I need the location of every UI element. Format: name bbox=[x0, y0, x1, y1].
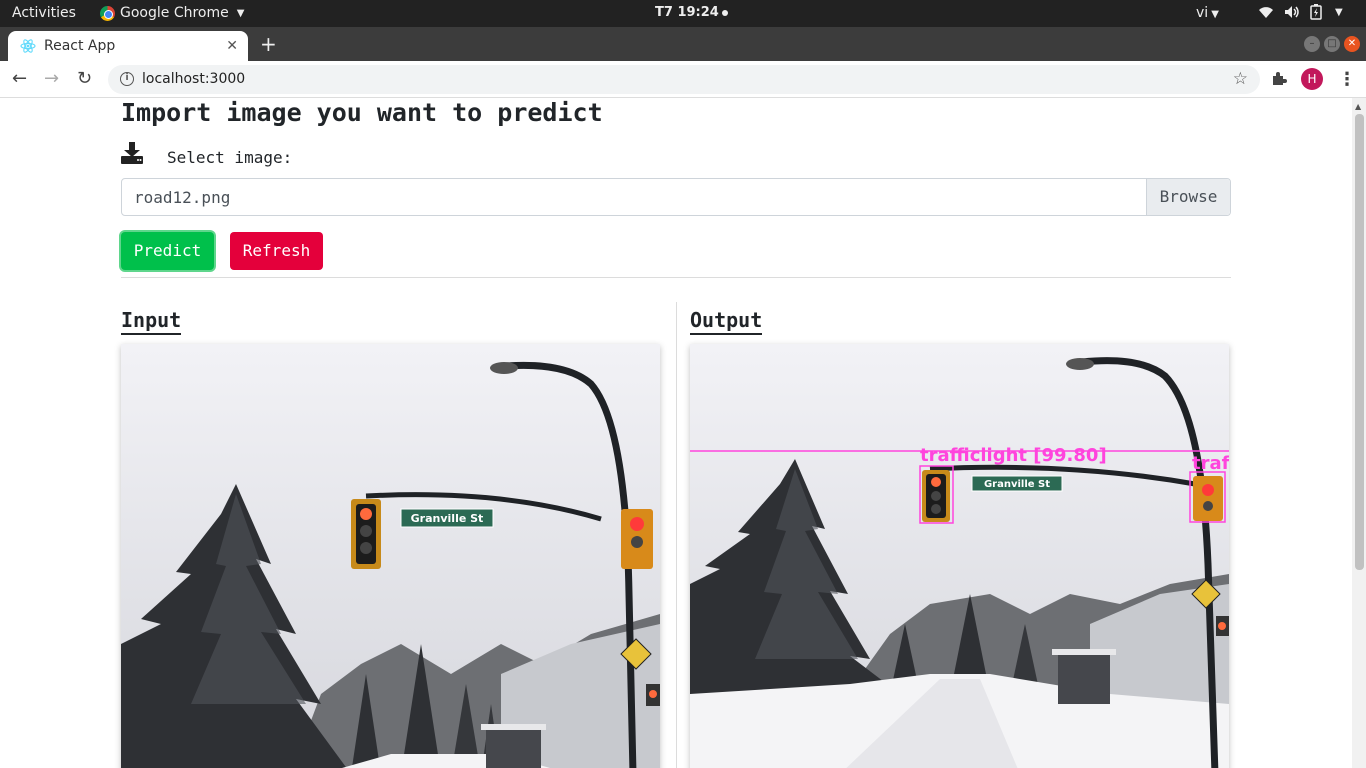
reload-icon[interactable]: ↻ bbox=[77, 68, 92, 89]
close-window-icon[interactable]: ✕ bbox=[1344, 36, 1360, 52]
input-photo: Granville St bbox=[121, 344, 660, 768]
detection-label: trafficlight [99.80] bbox=[920, 445, 1107, 466]
output-image: Granville St trafficlight [99.80] traf bbox=[690, 344, 1229, 768]
detection-label-partial: traf bbox=[1192, 453, 1229, 474]
street-sign-text: Granville St bbox=[984, 479, 1050, 490]
profile-avatar[interactable]: H bbox=[1301, 68, 1323, 90]
clock-text: T7 19:24 bbox=[655, 5, 719, 20]
scrollbar-thumb[interactable] bbox=[1355, 114, 1364, 570]
browse-button[interactable]: Browse bbox=[1146, 179, 1230, 215]
system-menu[interactable]: ▼ bbox=[1258, 4, 1343, 20]
clock[interactable]: T7 19:24 bbox=[655, 5, 728, 20]
maximize-icon[interactable]: □ bbox=[1324, 36, 1340, 52]
street-sign-text: Granville St bbox=[411, 512, 484, 525]
input-heading: Input bbox=[121, 308, 182, 335]
minimize-icon[interactable]: – bbox=[1304, 36, 1320, 52]
os-top-bar: Activities Google Chrome ▼ T7 19:24 vi ▼ … bbox=[0, 0, 1366, 27]
page-scrollbar[interactable]: ▲ bbox=[1352, 98, 1366, 768]
notification-dot-icon bbox=[721, 9, 728, 16]
predict-button[interactable]: Predict bbox=[121, 232, 214, 270]
back-icon[interactable]: ← bbox=[12, 68, 27, 89]
language-text: vi bbox=[1196, 5, 1209, 21]
new-tab-icon[interactable]: + bbox=[260, 32, 277, 56]
wifi-icon bbox=[1259, 7, 1273, 18]
language-indicator[interactable]: vi ▼ bbox=[1196, 5, 1219, 21]
forward-icon[interactable]: → bbox=[44, 68, 59, 89]
browser-menu-icon[interactable]: ⋮ bbox=[1338, 69, 1356, 90]
column-divider bbox=[676, 302, 677, 768]
scroll-up-icon[interactable]: ▲ bbox=[1355, 102, 1361, 111]
activities-button[interactable]: Activities bbox=[12, 5, 76, 21]
refresh-button[interactable]: Refresh bbox=[230, 232, 323, 270]
file-name: road12.png bbox=[134, 188, 231, 207]
page-content: Import image you want to predict Select … bbox=[0, 98, 1352, 768]
page-title: Import image you want to predict bbox=[121, 98, 603, 127]
caret-down-icon: ▼ bbox=[1335, 6, 1343, 18]
input-image: Granville St bbox=[121, 344, 660, 768]
caret-down-icon: ▼ bbox=[1211, 9, 1219, 20]
site-info-icon[interactable]: i bbox=[120, 72, 134, 86]
battery-icon bbox=[1310, 4, 1322, 20]
output-heading: Output bbox=[690, 308, 763, 335]
window-controls: – □ ✕ bbox=[1304, 36, 1360, 52]
tab-react-app[interactable]: React App ✕ bbox=[8, 31, 248, 61]
app-menu[interactable]: Google Chrome ▼ bbox=[100, 5, 244, 21]
extensions-icon[interactable] bbox=[1271, 70, 1287, 86]
download-icon bbox=[121, 142, 143, 164]
divider bbox=[121, 277, 1231, 278]
app-name: Google Chrome bbox=[120, 5, 229, 21]
url-field[interactable]: i localhost:3000 ☆ bbox=[108, 65, 1260, 94]
caret-down-icon: ▼ bbox=[236, 7, 245, 19]
url-text: localhost:3000 bbox=[142, 71, 246, 87]
bookmark-star-icon[interactable]: ☆ bbox=[1233, 69, 1248, 89]
close-tab-icon[interactable]: ✕ bbox=[226, 38, 238, 54]
output-photo: Granville St trafficlight [99.80] traf bbox=[690, 344, 1229, 768]
tab-strip: React App ✕ + – □ ✕ bbox=[0, 27, 1366, 61]
chrome-icon bbox=[100, 5, 115, 21]
address-bar: ← → ↻ i localhost:3000 ☆ bbox=[0, 61, 1366, 98]
select-image-label: Select image: bbox=[167, 148, 293, 167]
volume-icon bbox=[1285, 6, 1299, 18]
react-icon bbox=[20, 39, 36, 53]
file-input[interactable]: road12.png Browse bbox=[121, 178, 1231, 216]
tab-title: React App bbox=[44, 38, 116, 54]
